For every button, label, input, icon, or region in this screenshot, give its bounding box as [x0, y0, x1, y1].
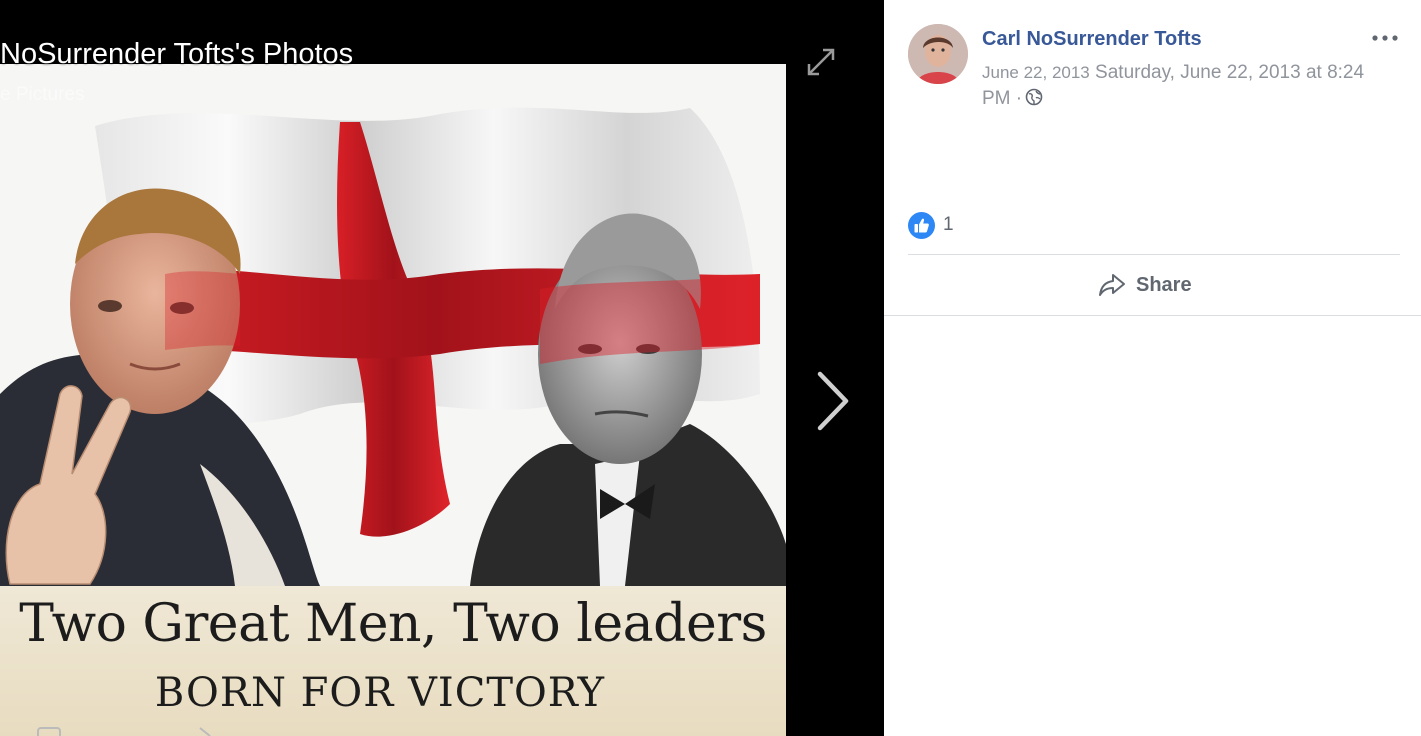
post-date-short[interactable]: June 22, 2013 — [982, 63, 1090, 82]
caption-line-1: Two Great Men, Two leaders — [19, 594, 767, 654]
expand-button[interactable] — [803, 44, 839, 80]
profile-photo — [908, 24, 968, 84]
avatar[interactable] — [908, 24, 968, 84]
share-label: Share — [1136, 273, 1192, 296]
bottom-controls-icons — [37, 727, 211, 736]
chevron-right-icon — [817, 371, 849, 431]
divider — [884, 315, 1421, 316]
album-title[interactable]: NoSurrender Tofts's Photos — [0, 38, 353, 71]
divider — [908, 254, 1400, 255]
like-reaction-badge[interactable] — [908, 211, 935, 239]
caption-line-2: BORN FOR VICTORY — [154, 670, 606, 716]
more-options-icon — [1372, 35, 1398, 41]
reactions-summary: 1 — [908, 211, 954, 239]
post-meta: June 22, 2013 Saturday, June 22, 2013 at… — [982, 60, 1392, 112]
author-name-link[interactable]: Carl NoSurrender Tofts — [982, 28, 1202, 51]
post-panel: Carl NoSurrender Tofts June 22, 2013 Sat… — [884, 0, 1421, 736]
photo[interactable]: Two Great Men, Two leaders BORN FOR VICT… — [0, 64, 786, 736]
album-subtitle[interactable]: e Pictures — [0, 84, 84, 106]
expand-icon — [807, 48, 835, 76]
like-icon — [914, 218, 929, 232]
meta-separator: · — [1015, 88, 1023, 109]
share-icon — [1099, 274, 1125, 296]
reaction-count[interactable]: 1 — [943, 214, 954, 236]
globe-icon[interactable] — [1025, 88, 1043, 106]
share-button[interactable]: Share — [1098, 268, 1192, 302]
photo-viewer: Two Great Men, Two leaders BORN FOR VICT… — [0, 0, 884, 736]
next-photo-button[interactable] — [810, 366, 856, 436]
more-options-button[interactable] — [1370, 26, 1400, 50]
